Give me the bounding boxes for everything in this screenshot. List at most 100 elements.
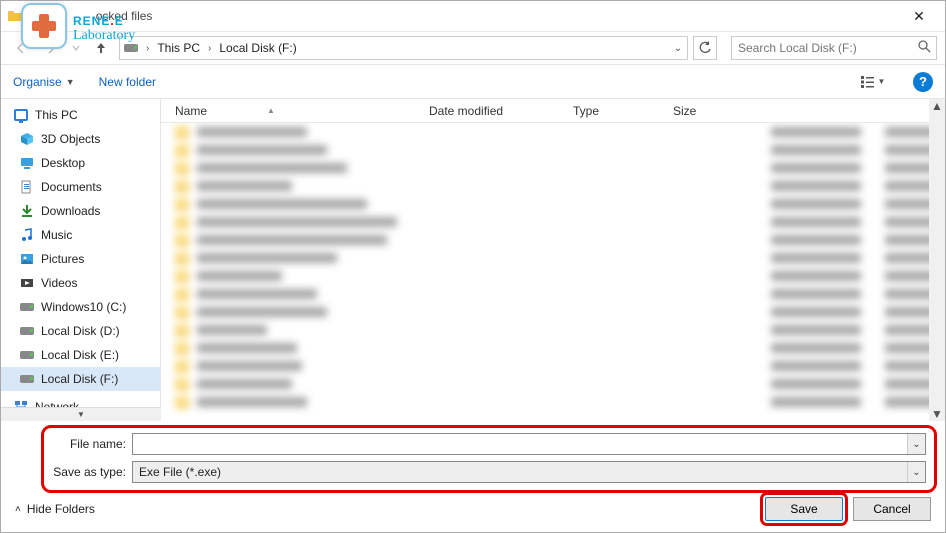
tree-item-windows10-c-[interactable]: Windows10 (C:) <box>1 295 160 319</box>
tree-item-3d-objects[interactable]: 3D Objects <box>1 127 160 151</box>
filename-input[interactable] <box>133 437 907 451</box>
search-input[interactable] <box>732 41 912 55</box>
list-item <box>161 393 945 411</box>
nav-forward-button[interactable] <box>39 36 63 60</box>
tree-item-music[interactable]: Music <box>1 223 160 247</box>
list-item <box>161 285 945 303</box>
chevron-up-icon: ˄ <box>15 504 21 515</box>
chevron-down-icon[interactable]: ⌄ <box>907 434 925 454</box>
tree-scroll-down[interactable]: ▼ <box>1 407 161 421</box>
search-box[interactable] <box>731 36 937 60</box>
tree-item-desktop[interactable]: Desktop <box>1 151 160 175</box>
tree-label: Windows10 (C:) <box>41 300 126 314</box>
list-item <box>161 213 945 231</box>
tree-item-documents[interactable]: Documents <box>1 175 160 199</box>
list-item <box>161 141 945 159</box>
col-size[interactable]: Size <box>673 99 753 122</box>
new-folder-button[interactable]: New folder <box>99 75 156 89</box>
scroll-down-icon[interactable]: ▼ <box>931 407 943 421</box>
list-item <box>161 231 945 249</box>
tree-item-local-disk-e-[interactable]: Local Disk (E:) <box>1 343 160 367</box>
list-item <box>161 321 945 339</box>
download-icon <box>19 203 35 219</box>
saveastype-label: Save as type: <box>52 465 132 479</box>
tree-label: Local Disk (E:) <box>41 348 119 362</box>
tree-label: Music <box>41 228 72 242</box>
videos-icon <box>19 275 35 291</box>
save-button[interactable]: Save <box>765 497 843 521</box>
list-item <box>161 357 945 375</box>
list-item <box>161 267 945 285</box>
col-type[interactable]: Type <box>573 99 673 122</box>
pictures-icon <box>19 251 35 267</box>
breadcrumb-this-pc[interactable]: This PC <box>153 41 204 55</box>
tree-item-pictures[interactable]: Pictures <box>1 247 160 271</box>
filename-label: File name: <box>52 437 132 451</box>
list-item <box>161 339 945 357</box>
tree-item-local-disk-d-[interactable]: Local Disk (D:) <box>1 319 160 343</box>
tree-label: 3D Objects <box>41 132 100 146</box>
drive-icon <box>19 299 35 315</box>
nav-recent-dropdown[interactable] <box>69 36 83 60</box>
filename-combo[interactable]: ⌄ <box>132 433 926 455</box>
tree-this-pc[interactable]: This PC <box>1 103 160 127</box>
nav-tree: This PC 3D Objects Desktop Documents Downlo… <box>1 99 161 421</box>
cancel-button[interactable]: Cancel <box>853 497 931 521</box>
address-bar[interactable]: › This PC › Local Disk (F:) ⌄ <box>119 36 688 60</box>
scroll-up-icon[interactable]: ▲ <box>931 99 943 113</box>
tree-item-downloads[interactable]: Downloads <box>1 199 160 223</box>
address-dropdown-icon[interactable]: ⌄ <box>669 43 687 54</box>
sort-asc-icon: ▲ <box>267 106 275 115</box>
close-button[interactable]: ✕ <box>899 1 939 31</box>
tree-label: Desktop <box>41 156 85 170</box>
list-item <box>161 159 945 177</box>
col-date[interactable]: Date modified <box>429 99 573 122</box>
tree-label: Local Disk (F:) <box>41 372 118 386</box>
help-button[interactable]: ? <box>913 72 933 92</box>
command-bar: Organise ▼ New folder ▼ ? <box>1 65 945 99</box>
app-icon <box>7 8 23 24</box>
search-icon[interactable] <box>912 40 936 56</box>
this-pc-icon <box>13 107 29 123</box>
nav-up-button[interactable] <box>89 36 113 60</box>
list-item <box>161 249 945 267</box>
bottom-bar: ˄ Hide Folders Save Cancel <box>1 486 945 532</box>
breadcrumb-sep-icon: › <box>142 43 153 54</box>
tree-item-local-disk-f-[interactable]: Local Disk (F:) <box>1 367 160 391</box>
column-headers: Name▲ Date modified Type Size <box>161 99 945 123</box>
chevron-down-icon: ▼ <box>878 77 886 86</box>
hide-folders-button[interactable]: ˄ Hide Folders <box>15 502 95 516</box>
list-item <box>161 177 945 195</box>
drive-icon <box>19 323 35 339</box>
tree-label: Videos <box>41 276 77 290</box>
chevron-down-icon: ▼ <box>66 77 75 87</box>
cube-icon <box>19 131 35 147</box>
drive-icon <box>19 347 35 363</box>
drive-icon <box>120 44 142 52</box>
drive-icon <box>19 371 35 387</box>
tree-label: Local Disk (D:) <box>41 324 120 338</box>
list-scrollbar[interactable]: ▲▼ <box>929 99 945 421</box>
list-item <box>161 303 945 321</box>
desktop-icon <box>19 155 35 171</box>
tree-label: Downloads <box>41 204 100 218</box>
nav-bar: › This PC › Local Disk (F:) ⌄ <box>1 31 945 65</box>
tree-label: This PC <box>35 108 78 122</box>
chevron-down-icon[interactable]: ⌄ <box>907 462 925 482</box>
breadcrumb-local-disk-f[interactable]: Local Disk (F:) <box>215 41 300 55</box>
saveastype-combo[interactable]: Exe File (*.exe) ⌄ <box>132 461 926 483</box>
view-options-button[interactable]: ▼ <box>857 70 889 94</box>
file-list-blurred <box>161 123 945 421</box>
breadcrumb-sep-icon: › <box>204 43 215 54</box>
col-name[interactable]: Name▲ <box>175 99 429 122</box>
tree-item-videos[interactable]: Videos <box>1 271 160 295</box>
tree-label: Documents <box>41 180 102 194</box>
organise-menu[interactable]: Organise ▼ <box>13 75 75 89</box>
refresh-button[interactable] <box>693 36 717 60</box>
tree-label: Pictures <box>41 252 84 266</box>
music-icon <box>19 227 35 243</box>
title-bar: Save the unlocked files ✕ <box>1 1 945 31</box>
saveastype-value: Exe File (*.exe) <box>133 465 907 479</box>
nav-back-button[interactable] <box>9 36 33 60</box>
save-fields-highlight: File name: ⌄ Save as type: Exe File (*.e… <box>41 425 937 493</box>
